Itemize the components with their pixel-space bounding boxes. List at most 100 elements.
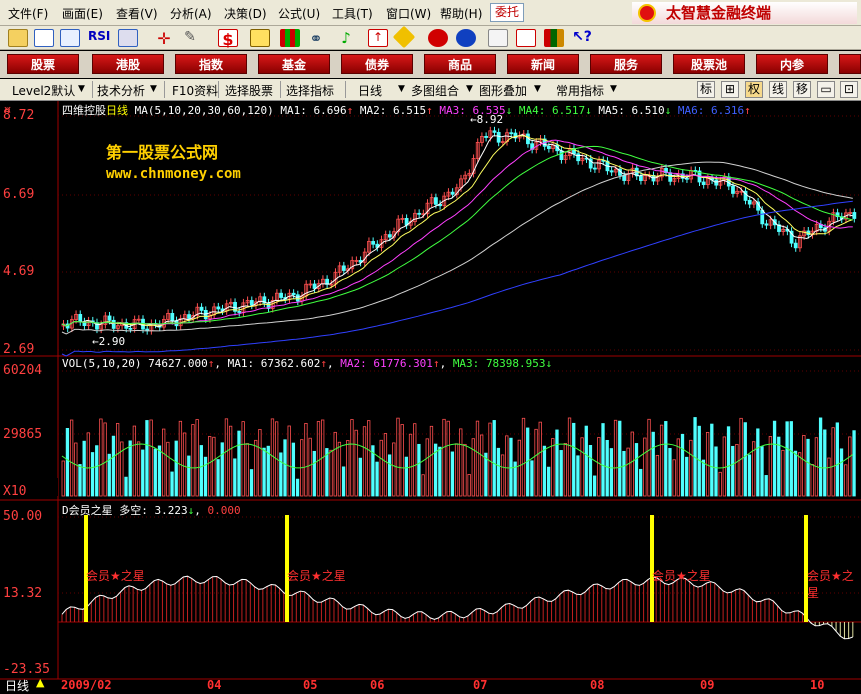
crosshair-icon[interactable]: ✛	[154, 29, 174, 48]
candle-body	[609, 170, 614, 173]
alert-icon[interactable]: ♪	[336, 29, 356, 47]
menu-tools[interactable]: 工具(T)	[332, 5, 373, 22]
select-stock-button[interactable]: 选择股票	[225, 82, 273, 99]
signal-label: 会员★之星	[807, 569, 854, 600]
overlay-button[interactable]: 图形叠加	[479, 82, 527, 99]
volume-bar	[174, 440, 178, 497]
volume-bar	[823, 429, 827, 497]
volume-bar	[417, 443, 421, 497]
open-folder-icon[interactable]	[8, 29, 28, 47]
ruler-icon[interactable]: ✎	[180, 29, 200, 47]
blue-ball-icon[interactable]	[456, 29, 476, 47]
nav-service[interactable]: 服务	[590, 54, 662, 74]
volume-bar	[262, 447, 266, 497]
notepad-icon[interactable]	[488, 29, 508, 47]
window-restore-icon[interactable]: ▭	[817, 81, 835, 98]
multi-chart-button[interactable]: 多图组合	[411, 82, 459, 99]
capital-flow-icon[interactable]	[250, 29, 270, 47]
nav-stocks[interactable]: 股票	[7, 54, 79, 74]
volume-bar	[249, 469, 254, 497]
volume-bar	[404, 456, 409, 497]
window-max-icon[interactable]: ⊡	[840, 81, 858, 98]
period-dropdown-icon[interactable]: ▼	[398, 84, 405, 94]
scroll-marker-icon[interactable]: ▲	[36, 676, 44, 689]
volume-bar	[664, 421, 668, 497]
menu-view-screen[interactable]: 画面(E)	[62, 5, 103, 22]
menu-window[interactable]: 窗口(W)	[386, 5, 431, 22]
overlay-dropdown-icon[interactable]: ▼	[534, 84, 541, 94]
candle-body	[279, 292, 283, 298]
volume-bar	[90, 452, 95, 497]
dollar-icon[interactable]: $	[218, 29, 238, 49]
level2-default-select[interactable]: Level2默认	[12, 82, 75, 99]
help-pointer-icon[interactable]: ↖?	[572, 29, 592, 47]
f10-button[interactable]: F10资料	[172, 82, 218, 99]
nav-bond[interactable]: 债券	[341, 54, 413, 74]
signal-label: 会员★之星	[287, 569, 346, 583]
nav-fund[interactable]: 基金	[258, 54, 330, 74]
window-layout-icon[interactable]	[516, 29, 536, 47]
volume-bar	[295, 478, 300, 497]
volume-bar	[772, 420, 777, 497]
stock-chart[interactable]	[0, 101, 861, 691]
multi-dropdown-icon[interactable]: ▼	[466, 84, 473, 94]
grid-window-icon[interactable]	[60, 29, 80, 47]
menu-help[interactable]: 帮助(H)	[440, 5, 482, 22]
level2-dropdown-icon[interactable]: ▼	[78, 84, 85, 94]
move-toggle[interactable]: 移	[793, 81, 811, 98]
volume-bar	[170, 471, 174, 497]
volume-bar	[375, 461, 379, 497]
volume-bar	[496, 447, 501, 497]
ind-y-label: -23.35	[3, 662, 50, 677]
volume-bar	[731, 445, 735, 497]
grid-toggle[interactable]: ⊞	[721, 81, 739, 98]
stock-name: 四维控股	[62, 104, 106, 117]
volume-bar	[546, 466, 551, 497]
nav-commodity[interactable]: 商品	[424, 54, 496, 74]
nav-index[interactable]: 指数	[175, 54, 247, 74]
menu-analysis[interactable]: 分析(A)	[170, 5, 212, 22]
menu-file[interactable]: 文件(F)	[8, 5, 48, 22]
volume-bar	[576, 455, 580, 497]
candle-body	[187, 314, 191, 319]
trade-button[interactable]: 委托	[490, 3, 524, 22]
common-indicator-button[interactable]: 常用指标	[556, 82, 604, 99]
tech-analysis-button[interactable]: 技术分析	[97, 82, 145, 99]
menu-formula[interactable]: 公式(U)	[278, 5, 320, 22]
news-icon[interactable]: ↑	[368, 29, 388, 47]
chart-window-icon[interactable]	[34, 29, 54, 47]
candle-body	[496, 131, 501, 143]
common-dropdown-icon[interactable]: ▼	[610, 84, 617, 94]
mark-toggle[interactable]: 标	[697, 81, 715, 98]
volume-bar	[438, 446, 442, 497]
warning-icon[interactable]	[392, 25, 416, 49]
separator	[218, 81, 219, 98]
books-icon[interactable]	[544, 29, 564, 47]
rsi-button[interactable]: RSI	[88, 29, 110, 43]
binoculars-icon[interactable]: ⚭	[306, 29, 326, 48]
vol-ma3: MA3: 78398.953↓	[452, 357, 553, 370]
bar-chart-icon[interactable]	[280, 29, 300, 47]
volume-bar	[124, 476, 128, 497]
nav-stock-pool[interactable]: 股票池	[673, 54, 745, 74]
panel-corner-icon[interactable]: ¤	[4, 103, 11, 116]
indicator-arrow: ↓	[187, 504, 195, 517]
volume-bar	[651, 431, 655, 497]
menu-view[interactable]: 查看(V)	[116, 5, 158, 22]
volume-bar	[111, 435, 116, 497]
table-icon[interactable]	[118, 29, 138, 47]
select-indicator-button[interactable]: 选择指标	[286, 82, 334, 99]
nav-more[interactable]	[839, 54, 861, 74]
period-daily-button[interactable]: 日线	[358, 82, 382, 99]
red-ball-icon[interactable]	[428, 29, 448, 47]
nav-news[interactable]: 新闻	[507, 54, 579, 74]
nav-insider[interactable]: 内参	[756, 54, 828, 74]
nav-hk-stocks[interactable]: 港股	[92, 54, 164, 74]
line-toggle[interactable]: 线	[769, 81, 787, 98]
tech-dropdown-icon[interactable]: ▼	[150, 84, 157, 94]
rights-toggle[interactable]: 权	[745, 81, 763, 98]
volume-bar	[141, 449, 145, 497]
indicator-name: D会员之星	[62, 504, 113, 517]
menu-decision[interactable]: 决策(D)	[224, 5, 267, 22]
volume-bar	[291, 442, 296, 497]
